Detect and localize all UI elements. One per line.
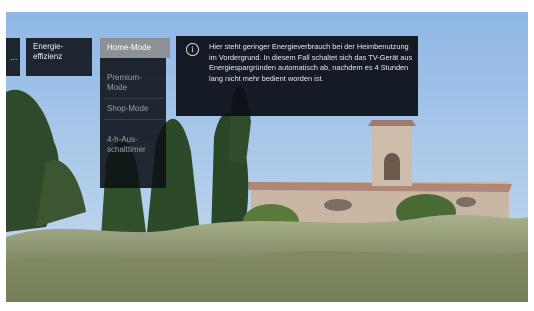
menu-option-4h-off-timer[interactable]: 4-h-Aus- schalttimer (104, 120, 165, 160)
info-panel: i Hier steht geringer Energieverbrauch b… (176, 36, 418, 116)
previous-level-indicator: ... (10, 52, 18, 62)
parent-item-label: Energie- effizienz (33, 42, 64, 61)
info-description: Hier steht geringer Energieverbrauch bei… (209, 42, 413, 83)
energy-mode-submenu: Home-Mode Premium- Mode Shop-Mode 4-h-Au… (100, 38, 170, 188)
option-label: Home-Mode (107, 43, 152, 52)
option-label: 4-h-Aus- schalttimer (107, 135, 146, 154)
menu-previous-column[interactable]: ... (6, 38, 20, 76)
info-circle-icon: i (186, 43, 199, 56)
tv-screen: ... Energie- effizienz Home-Mode Premium… (6, 12, 528, 302)
menu-option-shop-mode[interactable]: Shop-Mode (104, 99, 165, 120)
option-label: Premium- Mode (107, 73, 142, 92)
menu-option-premium-mode[interactable]: Premium- Mode (104, 58, 165, 99)
menu-option-home-mode[interactable]: Home-Mode (100, 38, 170, 58)
menu-parent-item-energy-efficiency[interactable]: Energie- effizienz (26, 38, 92, 76)
option-label: Shop-Mode (107, 104, 149, 113)
